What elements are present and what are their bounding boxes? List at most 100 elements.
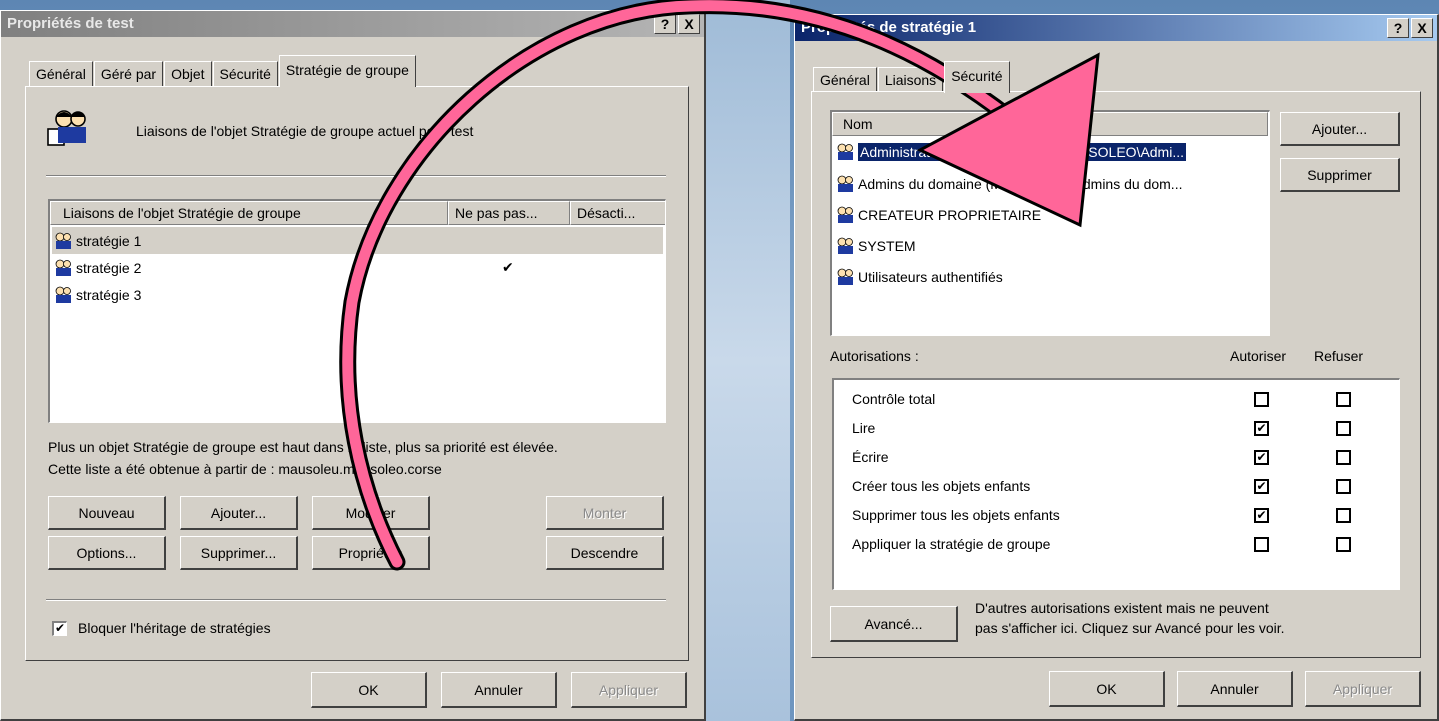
deny-checkbox[interactable] — [1336, 479, 1351, 494]
right-annuler-button[interactable]: Annuler — [1177, 671, 1293, 707]
user-row-2[interactable]: Admins du domaine (MAUSOLEO\Admins du do… — [834, 170, 1267, 197]
deny-checkbox[interactable] — [1336, 537, 1351, 552]
allow-checkbox[interactable]: ✔ — [1254, 508, 1269, 523]
permission-row: Appliquer la stratégie de groupe — [834, 533, 1399, 557]
allow-checkbox[interactable]: ✔ — [1254, 450, 1269, 465]
gpo-row-label: stratégie 2 — [76, 259, 142, 276]
permission-label: Lire — [852, 420, 876, 436]
tab-liaisons[interactable]: Liaisons — [877, 67, 944, 93]
permission-label: Appliquer la stratégie de groupe — [852, 536, 1051, 552]
gpo-links-list[interactable]: Liaisons de l'objet Stratégie de groupe … — [48, 199, 666, 423]
right-ajouter-button[interactable]: Ajouter... — [1280, 112, 1400, 146]
tab-securite[interactable]: Sécurité — [944, 61, 1010, 93]
group-policy-icon — [55, 232, 71, 249]
left-ok-button[interactable]: OK — [311, 672, 427, 708]
allow-checkbox[interactable]: ✔ — [1254, 421, 1269, 436]
left-annuler-button[interactable]: Annuler — [441, 672, 557, 708]
right-help-button[interactable]: ? — [1387, 18, 1409, 38]
user-group-icon — [837, 143, 853, 160]
col-liaisons[interactable]: Liaisons de l'objet Stratégie de groupe — [50, 201, 448, 225]
user-group-icon — [837, 268, 853, 285]
right-appliquer-button[interactable]: Appliquer — [1305, 671, 1421, 707]
user-group-icon — [837, 237, 853, 254]
users-list[interactable]: Nom Administrateurs de l'entreprise (MAU… — [830, 110, 1270, 336]
no-override-check[interactable]: ✔ — [502, 259, 514, 276]
block-inheritance-label: Bloquer l'héritage de stratégies — [78, 620, 271, 636]
col-desactive[interactable]: Désacti... — [570, 201, 665, 225]
deny-checkbox[interactable] — [1336, 421, 1351, 436]
deny-checkbox[interactable] — [1336, 392, 1351, 407]
tab-general[interactable]: Général — [29, 61, 93, 87]
deny-column-label: Refuser — [1314, 348, 1364, 364]
descendre-button[interactable]: Descendre — [546, 536, 664, 570]
user-row-4[interactable]: SYSTEM — [834, 232, 1267, 259]
ajouter-button[interactable]: Ajouter... — [180, 496, 298, 530]
left-separator-2 — [46, 599, 666, 601]
left-separator-1 — [46, 175, 666, 177]
right-titlebar[interactable]: Propriétés de stratégie 1 ? X — [795, 15, 1437, 41]
tab-objet[interactable]: Objet — [164, 61, 212, 87]
gpo-row-1[interactable]: stratégie 1 — [52, 227, 663, 254]
supprimer-button[interactable]: Supprimer... — [180, 536, 298, 570]
source-info-text: Cette liste a été obtenue à partir de : … — [48, 461, 442, 477]
right-tabs: Général Liaisons Sécurité — [813, 61, 1011, 93]
left-tab-panel: Liaisons de l'objet Stratégie de groupe … — [25, 86, 689, 661]
priority-info-text: Plus un objet Stratégie de groupe est ha… — [48, 439, 558, 455]
left-help-button[interactable]: ? — [654, 14, 676, 34]
left-header-text: Liaisons de l'objet Stratégie de groupe … — [136, 123, 474, 139]
right-supprimer-button[interactable]: Supprimer — [1280, 158, 1400, 192]
permission-label: Écrire — [852, 449, 889, 465]
allow-checkbox[interactable]: ✔ — [1254, 479, 1269, 494]
tab-general[interactable]: Général — [813, 67, 877, 93]
options-button[interactable]: Options... — [48, 536, 166, 570]
user-row-label: SYSTEM — [858, 237, 916, 254]
right-ok-button[interactable]: OK — [1049, 671, 1165, 707]
right-title: Propriétés de stratégie 1 — [801, 19, 977, 36]
advanced-note-line2: pas s'afficher ici. Cliquez sur Avancé p… — [975, 620, 1285, 636]
group-policy-icon — [55, 259, 71, 276]
tab-gere-par[interactable]: Géré par — [93, 61, 164, 87]
left-close-button[interactable]: X — [678, 14, 700, 34]
permission-row: Écrire ✔ — [834, 446, 1399, 470]
user-row-label: Administrateurs de l'entreprise (MAUSOLE… — [858, 142, 1187, 161]
modifier-button[interactable]: Modifier — [312, 496, 430, 530]
permission-label: Supprimer tous les objets enfants — [852, 507, 1060, 523]
col-nom[interactable]: Nom — [832, 112, 1268, 136]
left-titlebar[interactable]: Propriétés de test ? X — [1, 11, 704, 37]
permissions-list[interactable]: Contrôle total Lire ✔ Écrire ✔ Créer tous les… — [832, 378, 1400, 590]
user-row-3[interactable]: CREATEUR PROPRIETAIRE — [834, 201, 1267, 228]
right-close-button[interactable]: X — [1411, 18, 1433, 38]
permission-row: Supprimer tous les objets enfants ✔ — [834, 504, 1399, 528]
allow-checkbox[interactable] — [1254, 537, 1269, 552]
gpo-row-2[interactable]: stratégie 2 ✔ — [52, 254, 663, 281]
permissions-label: Autorisations : — [830, 348, 919, 364]
col-ne-pas-passer[interactable]: Ne pas pas... — [448, 201, 570, 225]
allow-checkbox[interactable] — [1254, 392, 1269, 407]
monter-button[interactable]: Monter — [546, 496, 664, 530]
user-row-label: Admins du domaine (MAUSOLEO\Admins du do… — [858, 175, 1183, 192]
group-policy-icon — [47, 110, 86, 146]
allow-column-label: Autoriser — [1230, 348, 1287, 364]
gpo-row-3[interactable]: stratégie 3 — [52, 281, 663, 308]
user-row-1[interactable]: Administrateurs de l'entreprise (MAUSOLE… — [834, 138, 1267, 165]
permission-row: Lire ✔ — [834, 417, 1399, 441]
user-row-label: Utilisateurs authentifiés — [858, 268, 1003, 285]
proprietes-button[interactable]: Propriétés — [312, 536, 430, 570]
deny-checkbox[interactable] — [1336, 508, 1351, 523]
avance-button[interactable]: Avancé... — [830, 606, 958, 642]
left-appliquer-button[interactable]: Appliquer — [571, 672, 687, 708]
group-policy-icon — [55, 286, 71, 303]
left-dialog: Propriétés de test ? X Général Géré par … — [0, 10, 706, 721]
user-row-label: CREATEUR PROPRIETAIRE — [858, 206, 1042, 223]
left-tabs: Général Géré par Objet Sécurité Stratégi… — [29, 55, 417, 87]
permission-row: Créer tous les objets enfants ✔ — [834, 475, 1399, 499]
desktop-background — [706, 0, 790, 721]
permission-label: Créer tous les objets enfants — [852, 478, 1031, 494]
nouveau-button[interactable]: Nouveau — [48, 496, 166, 530]
gpo-row-label: stratégie 1 — [76, 232, 142, 249]
deny-checkbox[interactable] — [1336, 450, 1351, 465]
tab-strategie-groupe[interactable]: Stratégie de groupe — [278, 55, 416, 87]
user-row-5[interactable]: Utilisateurs authentifiés — [834, 263, 1267, 290]
block-inheritance-checkbox[interactable]: ✔ — [52, 621, 67, 636]
tab-securite[interactable]: Sécurité — [212, 61, 278, 87]
